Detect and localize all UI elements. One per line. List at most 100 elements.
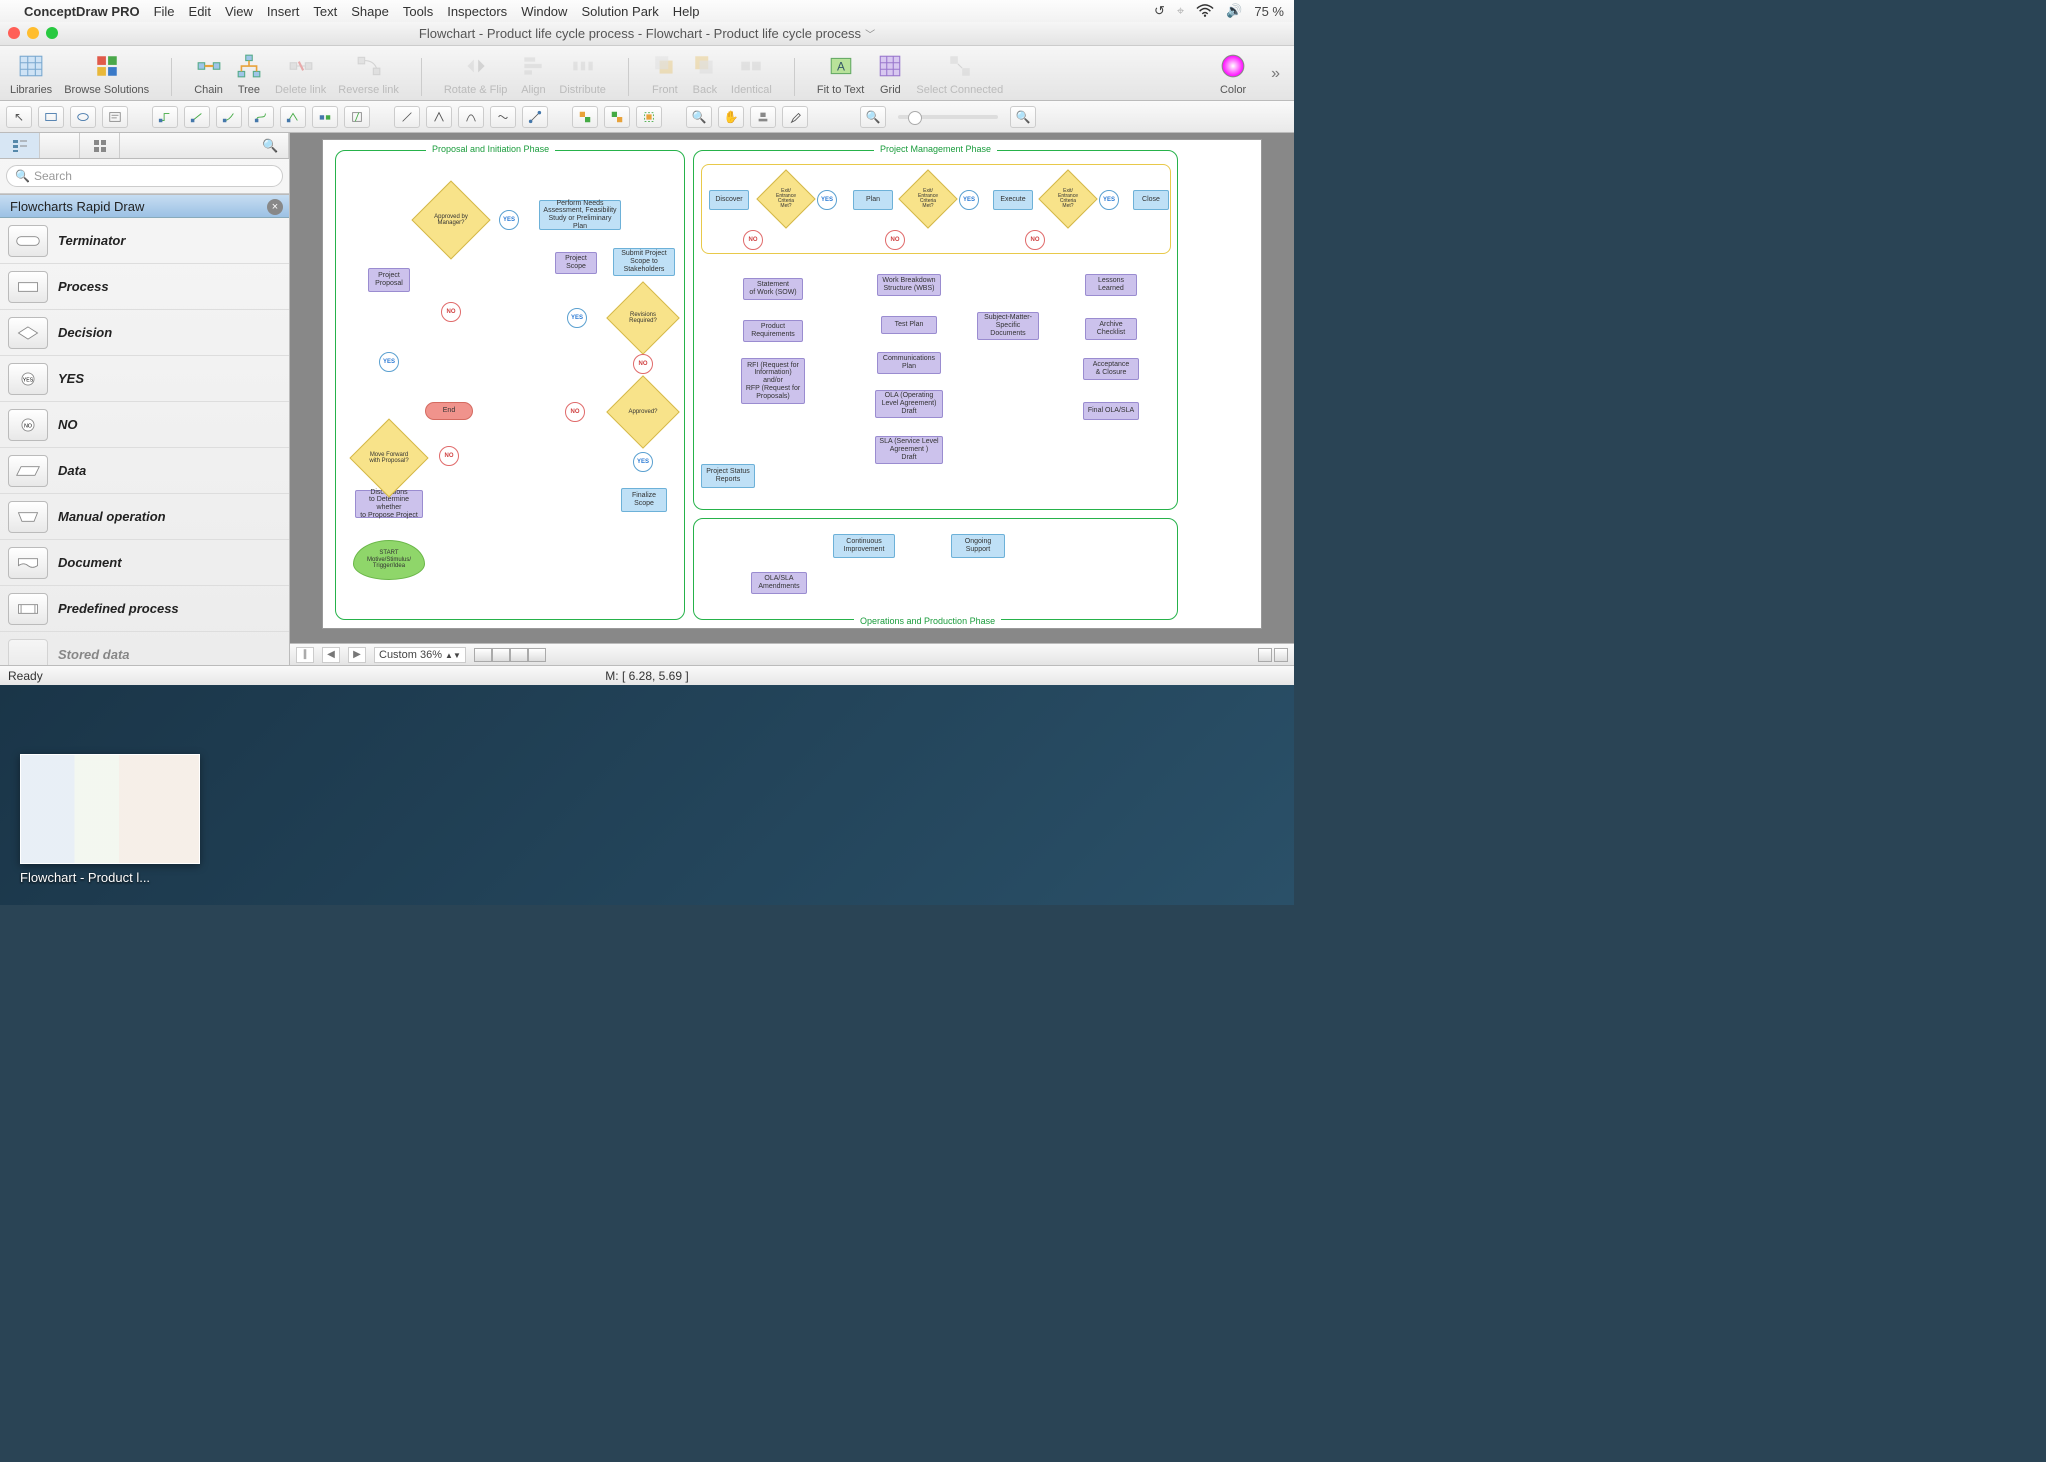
app-name[interactable]: ConceptDraw PRO: [24, 4, 140, 19]
no-pm2[interactable]: NO: [885, 230, 905, 250]
doc-final-sla[interactable]: Final OLA/SLA: [1083, 402, 1139, 420]
connector-2[interactable]: [184, 106, 210, 128]
line-tool-2[interactable]: [426, 106, 452, 128]
node-exit-1[interactable]: Exit/ Entrance Criteria Met?: [765, 178, 807, 220]
shape-predefined-process[interactable]: Predefined process: [0, 586, 289, 632]
connector-3[interactable]: [216, 106, 242, 128]
node-plan[interactable]: Plan: [853, 190, 893, 210]
zoom-out-button[interactable]: 🔍: [860, 106, 886, 128]
library-section-header[interactable]: Flowcharts Rapid Draw ×: [0, 194, 289, 218]
doc-sow[interactable]: Statement of Work (SOW): [743, 278, 803, 300]
node-ongoing[interactable]: Ongoing Support: [951, 534, 1005, 558]
doc-sme[interactable]: Subject-Matter- Specific Documents: [977, 312, 1039, 340]
doc-prod-req[interactable]: Product Requirements: [743, 320, 803, 342]
node-project-scope[interactable]: Project Scope: [555, 252, 597, 274]
text-tool[interactable]: [102, 106, 128, 128]
shape-manual-operation[interactable]: Manual operation: [0, 494, 289, 540]
shape-stored-data[interactable]: Stored data: [0, 632, 289, 665]
yes-2[interactable]: YES: [499, 210, 519, 230]
title-chevron-icon[interactable]: ﹀: [865, 26, 875, 41]
pointer-tool[interactable]: ↖: [6, 106, 32, 128]
doc-accept[interactable]: Acceptance & Closure: [1083, 358, 1139, 380]
front-button[interactable]: Front: [651, 52, 679, 96]
page-next-button[interactable]: ▶: [348, 647, 366, 663]
connector-4[interactable]: [248, 106, 274, 128]
window-minimize-button[interactable]: [27, 27, 39, 39]
sidebar-tab-blank[interactable]: [40, 133, 80, 158]
grid-button[interactable]: Grid: [876, 52, 904, 96]
menu-text[interactable]: Text: [313, 4, 337, 19]
doc-ola[interactable]: OLA (Operating Level Agreement) Draft: [875, 390, 943, 418]
page-pause-button[interactable]: ∥: [296, 647, 314, 663]
yes-pm3[interactable]: YES: [1099, 190, 1119, 210]
node-submit-scope[interactable]: Submit Project Scope to Stakeholders: [613, 248, 675, 276]
window-zoom-button[interactable]: [46, 27, 58, 39]
menu-tools[interactable]: Tools: [403, 4, 433, 19]
align-button[interactable]: Align: [519, 52, 547, 96]
yes-pm2[interactable]: YES: [959, 190, 979, 210]
connector-5[interactable]: [280, 106, 306, 128]
doc-ola-amend[interactable]: OLA/SLA Amendments: [751, 572, 807, 594]
yes-3[interactable]: YES: [567, 308, 587, 328]
node-move-forward[interactable]: Move Forward with Proposal?: [361, 430, 417, 486]
doc-lessons[interactable]: Lessons Learned: [1085, 274, 1137, 296]
menu-file[interactable]: File: [154, 4, 175, 19]
node-project-proposal[interactable]: Project Proposal: [368, 268, 410, 292]
rect-tool[interactable]: [38, 106, 64, 128]
no-1[interactable]: NO: [439, 446, 459, 466]
connector-1[interactable]: [152, 106, 178, 128]
sidebar-tab-search[interactable]: 🔍: [253, 133, 289, 158]
window-close-button[interactable]: [8, 27, 20, 39]
node-approved[interactable]: Approved?: [617, 386, 669, 438]
no-pm1[interactable]: NO: [743, 230, 763, 250]
sidebar-tab-grid[interactable]: [80, 133, 120, 158]
yes-pm1[interactable]: YES: [817, 190, 837, 210]
shape-document[interactable]: Document: [0, 540, 289, 586]
select-connected-button[interactable]: Select Connected: [916, 52, 1003, 96]
shape-terminator[interactable]: Terminator: [0, 218, 289, 264]
shape-process[interactable]: Process: [0, 264, 289, 310]
rotate-flip-button[interactable]: Rotate & Flip: [444, 52, 508, 96]
yes-1[interactable]: YES: [379, 352, 399, 372]
line-tool-1[interactable]: [394, 106, 420, 128]
connector-7[interactable]: [344, 106, 370, 128]
menu-edit[interactable]: Edit: [189, 4, 211, 19]
node-end[interactable]: End: [425, 402, 473, 420]
zoom-select[interactable]: Custom 36% ▲▼: [374, 647, 466, 663]
reverse-link-button[interactable]: Reverse link: [338, 52, 399, 96]
line-tool-3[interactable]: [458, 106, 484, 128]
line-tool-4[interactable]: [490, 106, 516, 128]
node-close[interactable]: Close: [1133, 190, 1169, 210]
group-3[interactable]: [636, 106, 662, 128]
view-mode-icons[interactable]: [1258, 648, 1288, 662]
wifi-icon[interactable]: [1196, 4, 1214, 18]
zoom-in-button[interactable]: 🔍: [1010, 106, 1036, 128]
library-search-input[interactable]: 🔍 Search: [6, 165, 283, 187]
doc-rfi[interactable]: RFI (Request for Information) and/or RFP…: [741, 358, 805, 404]
node-execute[interactable]: Execute: [993, 190, 1033, 210]
distribute-button[interactable]: Distribute: [559, 52, 605, 96]
doc-sla[interactable]: SLA (Service Level Agreement ) Draft: [875, 436, 943, 464]
eyedropper-tool[interactable]: [782, 106, 808, 128]
menu-view[interactable]: View: [225, 4, 253, 19]
yes-4[interactable]: YES: [633, 452, 653, 472]
drawing-page[interactable]: Proposal and Initiation Phase Project Ma…: [322, 139, 1262, 629]
canvas-viewport[interactable]: Proposal and Initiation Phase Project Ma…: [290, 133, 1294, 643]
menu-shape[interactable]: Shape: [351, 4, 389, 19]
ellipse-tool[interactable]: [70, 106, 96, 128]
doc-archive[interactable]: Archive Checklist: [1085, 318, 1137, 340]
dock-thumbnail[interactable]: Flowchart - Product l...: [20, 754, 200, 885]
node-cont-improve[interactable]: Continuous Improvement: [833, 534, 895, 558]
volume-icon[interactable]: 🔊: [1226, 3, 1242, 19]
no-pm3[interactable]: NO: [1025, 230, 1045, 250]
shape-decision[interactable]: Decision: [0, 310, 289, 356]
fit-to-text-button[interactable]: A Fit to Text: [817, 52, 864, 96]
no-4[interactable]: NO: [565, 402, 585, 422]
shape-data[interactable]: Data: [0, 448, 289, 494]
identical-button[interactable]: Identical: [731, 52, 772, 96]
color-button[interactable]: Color: [1219, 52, 1247, 96]
node-perform-needs[interactable]: Perform Needs Assessment, Feasibility St…: [539, 200, 621, 230]
page-prev-button[interactable]: ◀: [322, 647, 340, 663]
no-3[interactable]: NO: [633, 354, 653, 374]
page-tabs[interactable]: [474, 648, 546, 662]
